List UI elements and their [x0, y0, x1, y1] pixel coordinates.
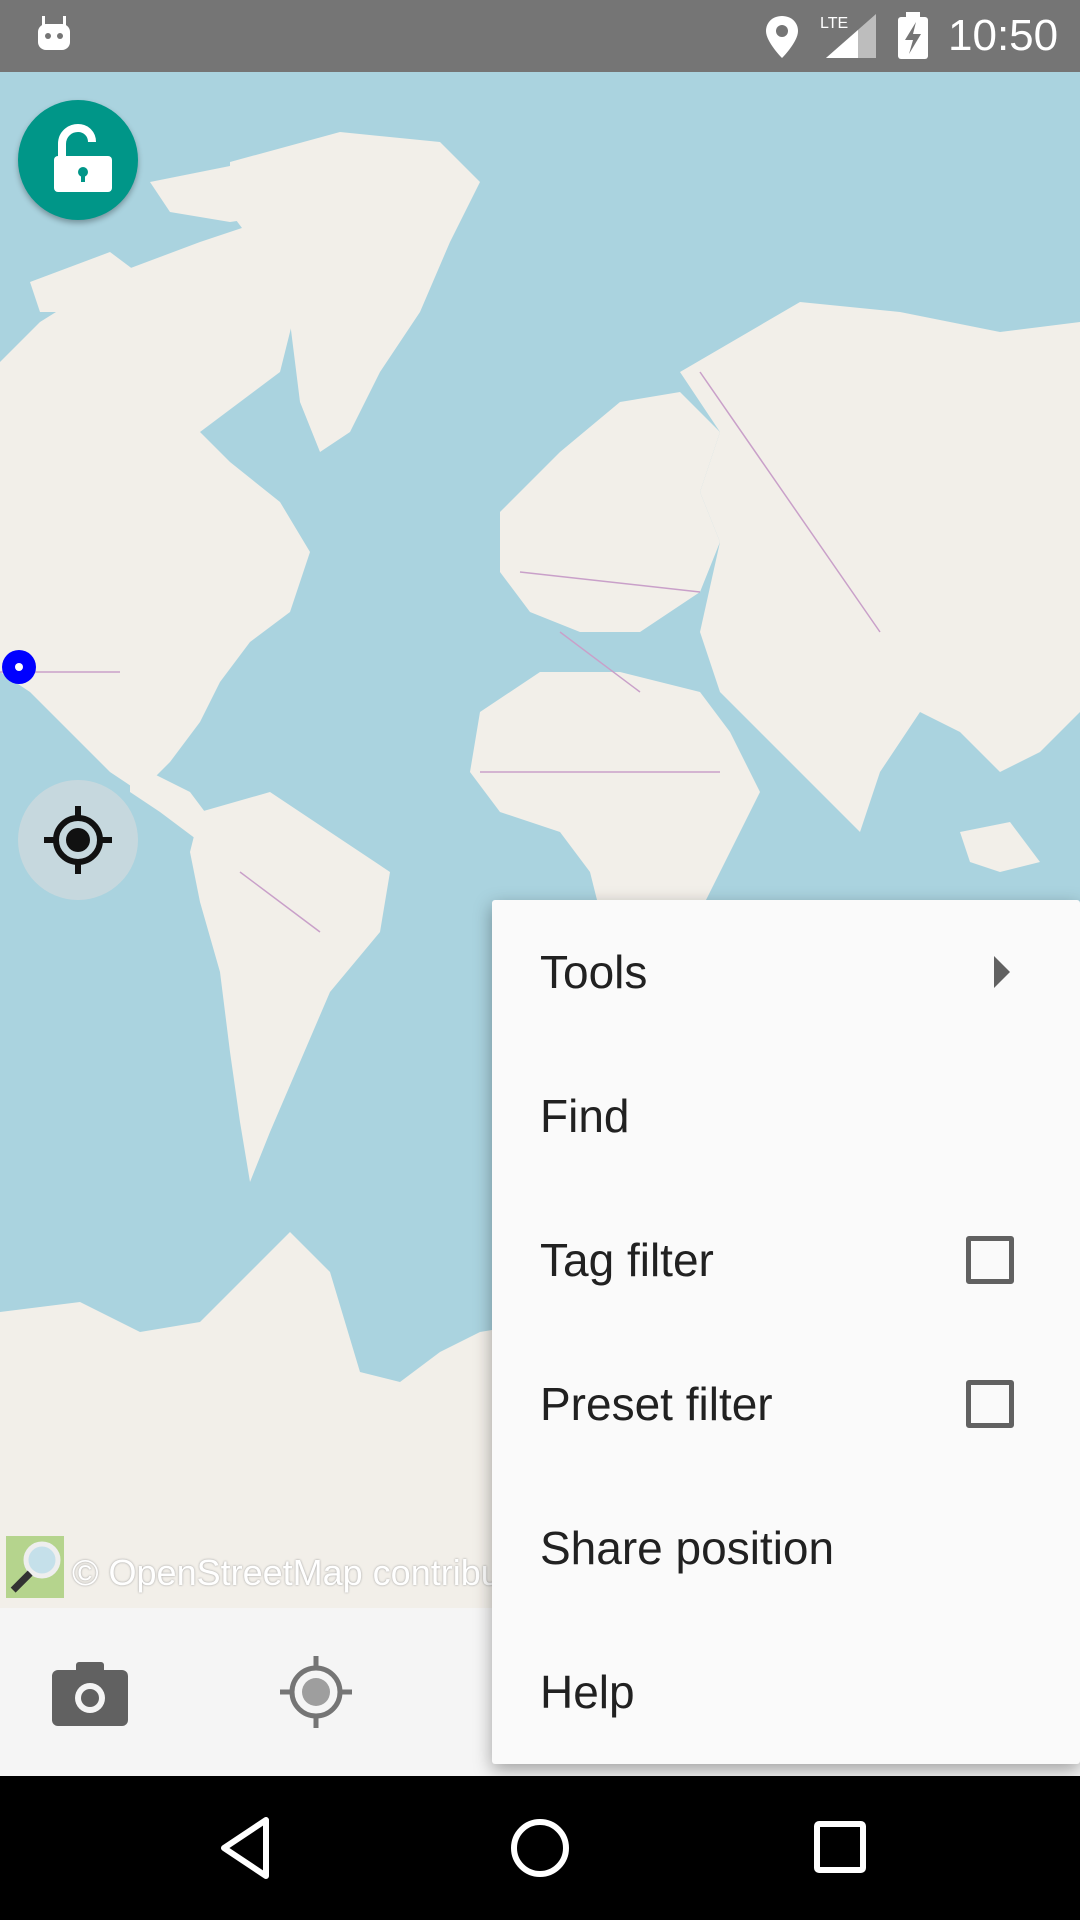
menu-item-label: Help	[540, 1666, 635, 1718]
menu-item-help[interactable]: Help	[492, 1620, 1080, 1764]
home-icon[interactable]	[504, 1812, 576, 1884]
tag-filter-checkbox[interactable]	[966, 1236, 1014, 1284]
menu-item-tag-filter[interactable]: Tag filter	[492, 1188, 1080, 1332]
menu-item-label: Find	[540, 1090, 630, 1142]
menu-item-tools[interactable]: Tools	[492, 900, 1080, 1044]
menu-item-share-position[interactable]: Share position	[492, 1476, 1080, 1620]
android-icon	[38, 16, 70, 50]
preset-filter-checkbox[interactable]	[966, 1380, 1014, 1428]
menu-item-label: Preset filter	[540, 1378, 773, 1430]
gps-target-icon	[44, 806, 112, 874]
follow-gps-button[interactable]	[18, 780, 138, 900]
menu-item-label: Share position	[540, 1522, 835, 1574]
overflow-menu: Tools Find Tag filter Preset filter Shar…	[492, 900, 1080, 1764]
recents-icon[interactable]	[814, 1812, 866, 1884]
menu-item-preset-filter[interactable]: Preset filter	[492, 1332, 1080, 1476]
battery-charging-icon	[898, 12, 928, 59]
clock: 10:50	[948, 11, 1059, 60]
menu-item-label: Tag filter	[540, 1234, 714, 1286]
current-position-marker	[2, 650, 36, 684]
camera-icon[interactable]	[50, 1658, 130, 1728]
status-bar: LTE 10:50	[0, 0, 1080, 72]
submenu-arrow-icon	[994, 956, 1010, 988]
gps-icon[interactable]	[278, 1654, 354, 1730]
location-icon	[766, 16, 798, 58]
network-label: LTE	[820, 15, 848, 32]
unlock-icon	[54, 123, 112, 192]
lock-toggle-button[interactable]	[18, 100, 138, 220]
signal-icon: LTE	[820, 14, 876, 58]
map-attribution-icon[interactable]	[4, 1534, 66, 1600]
back-icon[interactable]	[212, 1812, 284, 1884]
menu-item-find[interactable]: Find	[492, 1044, 1080, 1188]
menu-item-label: Tools	[540, 946, 648, 998]
map-attribution-text: © OpenStreetMap contribu	[72, 1552, 501, 1593]
navigation-bar	[0, 1776, 1080, 1920]
